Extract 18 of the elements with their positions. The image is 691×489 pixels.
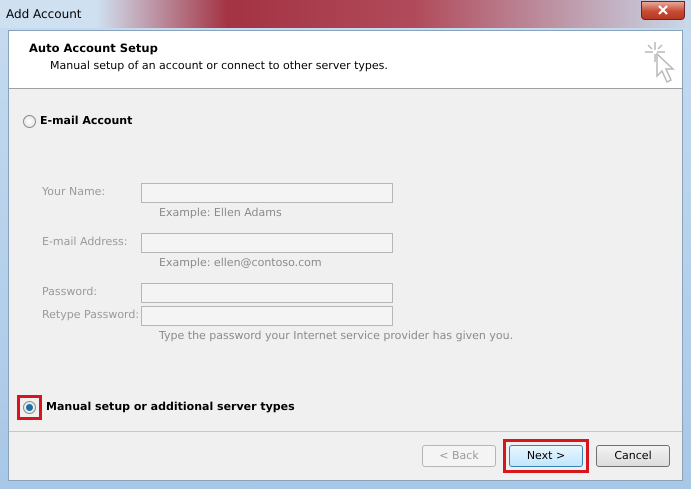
field-label: Password: [42, 284, 98, 300]
header-subtitle: Manual setup of an account or connect to other server types. [49, 58, 388, 74]
field-label: Retype Password: [42, 307, 140, 324]
header-title: Auto Account Setup [29, 40, 159, 57]
dialog-button[interactable]: Cancel [596, 445, 670, 467]
close-button[interactable] [641, 0, 685, 20]
hint-text: Example: ellen@contoso.com [158, 254, 323, 270]
radio-button[interactable] [23, 400, 36, 414]
default-button[interactable]: Next > [509, 445, 583, 467]
field-label: Your Name: [42, 184, 106, 200]
radio-button[interactable] [23, 114, 36, 128]
window-title: Add Account [6, 6, 82, 23]
radio-label[interactable]: Manual setup or additional server types [46, 399, 295, 416]
field-label: E-mail Address: [42, 234, 128, 250]
radio-label[interactable]: E-mail Account [40, 113, 132, 130]
hint-text: Type the password your Internet service provider has given you. [158, 328, 514, 344]
close-icon [658, 5, 668, 15]
hint-text: Example: Ellen Adams [158, 204, 283, 220]
